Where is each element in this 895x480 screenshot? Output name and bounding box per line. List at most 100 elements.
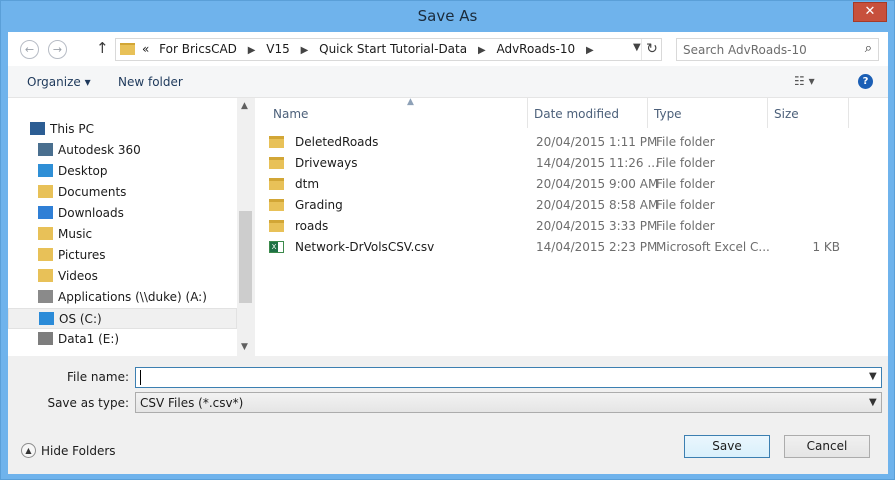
save-as-type-select[interactable]: CSV Files (*.csv*) ▼ [135, 392, 882, 413]
breadcrumb-item[interactable]: For BricsCAD [159, 42, 237, 56]
chevron-down-icon[interactable]: ▼ [241, 342, 248, 352]
file-name: Network-DrVolsCSV.csv [295, 240, 435, 254]
chevron-right-icon[interactable]: ▶ [478, 45, 486, 56]
folder-icon [269, 157, 284, 169]
change-view-button[interactable]: ☷ ▾ [794, 74, 815, 88]
file-date: 14/04/2015 11:26 ... [536, 156, 659, 170]
tree-item[interactable]: Applications (\\duke) (A:) [8, 287, 237, 308]
chevron-down-icon[interactable]: ▼ [869, 371, 877, 382]
file-name-input[interactable] [135, 367, 882, 388]
tree-item-label: Data1 (E:) [58, 332, 120, 346]
refresh-button[interactable]: ↻ [641, 39, 662, 60]
hide-folders-button[interactable]: Hide Folders [41, 444, 116, 458]
chevron-up-icon[interactable]: ▲ [21, 443, 36, 458]
tree-item[interactable]: Pictures [8, 245, 237, 266]
file-row[interactable]: X Network-DrVolsCSV.csv 14/04/2015 2:23 PM… [269, 237, 849, 258]
breadcrumb-item[interactable]: AdvRoads-10 [496, 42, 575, 56]
music-folder-icon [38, 227, 53, 240]
close-button[interactable]: ✕ [853, 2, 887, 22]
tree-item[interactable]: Videos [8, 266, 237, 287]
folder-icon [120, 43, 135, 55]
column-header-size[interactable]: Size [768, 98, 849, 128]
file-date: 20/04/2015 8:58 AM [536, 198, 659, 212]
address-bar[interactable]: « For BricsCAD ▶ V15 ▶ Quick Start Tutor… [115, 38, 662, 61]
excel-csv-icon: X [269, 241, 284, 253]
tree-item[interactable]: Downloads [8, 203, 237, 224]
file-date: 20/04/2015 3:33 PM [536, 219, 658, 233]
forward-button[interactable]: → [48, 40, 67, 59]
computer-icon [30, 122, 45, 135]
file-type: File folder [656, 198, 715, 212]
column-label: Type [654, 107, 682, 121]
chevron-right-icon[interactable]: ▶ [586, 45, 594, 56]
file-type: File folder [656, 219, 715, 233]
scrollbar-thumb[interactable] [239, 211, 252, 303]
folder-icon [269, 220, 284, 232]
file-name: roads [295, 219, 329, 233]
tree-item-label: OS (C:) [59, 312, 102, 326]
navigation-pane: This PC Autodesk 360 Desktop Documents Downl… [8, 98, 254, 356]
file-type: File folder [656, 156, 715, 170]
title-bar: Save As ✕ [1, 1, 894, 32]
column-header-name[interactable]: Name ▲ [267, 97, 528, 128]
tree-item[interactable]: Autodesk 360 [8, 140, 237, 161]
new-folder-button[interactable]: New folder [118, 75, 183, 89]
breadcrumb-overflow[interactable]: « [142, 42, 149, 56]
file-row[interactable]: roads 20/04/2015 3:33 PM File folder [269, 216, 849, 237]
tree-item[interactable]: Documents [8, 182, 237, 203]
column-header-date[interactable]: Date modified [528, 98, 648, 128]
cancel-button[interactable]: Cancel [784, 435, 870, 458]
folder-icon [269, 199, 284, 211]
column-label: Date modified [534, 107, 620, 121]
tree-item-label: This PC [50, 122, 94, 136]
chevron-up-icon[interactable]: ▲ [241, 101, 248, 111]
dialog-client: ← → ↑ « For BricsCAD ▶ V15 ▶ Quick Start… [8, 32, 888, 474]
file-row[interactable]: DeletedRoads 20/04/2015 1:11 PM File folde… [269, 132, 849, 153]
column-header-type[interactable]: Type [648, 98, 768, 128]
save-as-dialog: Save As ✕ ← → ↑ « For BricsCAD ▶ V15 ▶ Q… [0, 0, 895, 480]
file-type: File folder [656, 135, 715, 149]
pictures-folder-icon [38, 248, 53, 261]
text-caret [140, 370, 141, 385]
file-row[interactable]: dtm 20/04/2015 9:00 AM File folder [269, 174, 849, 195]
file-type: Microsoft Excel C... [656, 240, 770, 254]
tree-item[interactable]: This PC [8, 119, 237, 140]
search-input[interactable]: Search AdvRoads-10 ⌕ [676, 38, 879, 61]
desktop-folder-icon [38, 164, 53, 177]
tree-item[interactable]: Music [8, 224, 237, 245]
breadcrumb-item[interactable]: Quick Start Tutorial-Data [319, 42, 467, 56]
window-title: Save As [417, 7, 478, 25]
excel-glyph: X [270, 242, 278, 252]
save-button[interactable]: Save [684, 435, 770, 458]
save-as-type-label: Save as type: [47, 396, 129, 410]
tree-item[interactable]: Desktop [8, 161, 237, 182]
file-name-label: File name: [67, 370, 129, 384]
organize-button[interactable]: Organize ▾ [27, 75, 91, 89]
help-icon[interactable]: ? [858, 74, 873, 89]
search-icon[interactable]: ⌕ [865, 41, 872, 56]
file-date: 20/04/2015 1:11 PM [536, 135, 658, 149]
navigation-bar: ← → ↑ « For BricsCAD ▶ V15 ▶ Quick Start… [8, 32, 888, 66]
downloads-folder-icon [38, 206, 53, 219]
breadcrumb-item[interactable]: V15 [266, 42, 289, 56]
folder-icon [269, 136, 284, 148]
chevron-down-icon[interactable]: ▼ [633, 42, 641, 53]
file-row[interactable]: Driveways 14/04/2015 11:26 ... File folder [269, 153, 849, 174]
up-button[interactable]: ↑ [96, 39, 109, 57]
chevron-right-icon[interactable]: ▶ [301, 45, 309, 56]
tree-item[interactable]: Data1 (E:) [8, 329, 237, 350]
back-button[interactable]: ← [20, 40, 39, 59]
chevron-down-icon[interactable]: ▼ [869, 397, 877, 408]
file-name: Driveways [295, 156, 358, 170]
tree-item[interactable]: OS (C:) [8, 308, 237, 329]
command-toolbar: Organize ▾ New folder ☷ ▾ ? [8, 66, 888, 98]
tree-item-label: Videos [58, 269, 98, 283]
file-name: dtm [295, 177, 320, 191]
file-name: DeletedRoads [295, 135, 379, 149]
chevron-right-icon[interactable]: ▶ [248, 45, 256, 56]
windows-drive-icon [39, 312, 54, 325]
file-row[interactable]: Grading 20/04/2015 8:58 AM File folder [269, 195, 849, 216]
documents-folder-icon [38, 185, 53, 198]
vertical-scrollbar[interactable]: ▲ ▼ [237, 98, 254, 356]
search-placeholder: Search AdvRoads-10 [683, 43, 807, 57]
